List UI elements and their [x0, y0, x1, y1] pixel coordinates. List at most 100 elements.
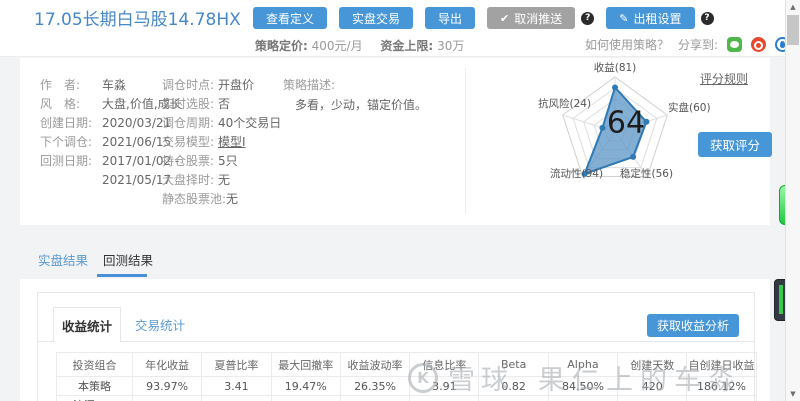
- table-cell: 19.45%: [339, 395, 411, 401]
- table-cell: 0.34: [201, 395, 272, 401]
- help-icon[interactable]: ?: [581, 11, 595, 25]
- share-label: 分享到:: [678, 38, 719, 52]
- header-button-row: 查看定义 实盘交易 导出 ✔ 取消推送 ? ✎ 出租设置 ?: [253, 7, 714, 29]
- rent-settings-button[interactable]: ✎ 出租设置: [606, 7, 695, 29]
- weibo-icon[interactable]: [751, 37, 767, 52]
- table-cell: -: [547, 395, 619, 401]
- active-tab-underline: [97, 274, 147, 277]
- row-label: 沪深300: [56, 395, 133, 401]
- rating-rules-link[interactable]: 评分规则: [700, 70, 748, 87]
- info-label: 实时选股:: [162, 97, 215, 111]
- divider: [38, 341, 754, 342]
- share-bar: 如何使用策略？ 分享到:: [585, 36, 791, 53]
- table-header-cell: 收益波动率: [339, 352, 411, 377]
- strategy-pricing: 策略定价: 400元/月 资金上限: 30万: [255, 37, 464, 54]
- cancel-push-button[interactable]: ✔ 取消推送: [487, 7, 576, 29]
- table-cell: 46.87%: [686, 395, 757, 401]
- tab-backtest-results[interactable]: 回测结果: [103, 250, 153, 269]
- table-cell: -: [617, 395, 688, 401]
- subtab-income-stats[interactable]: 收益统计: [53, 307, 121, 342]
- table-cell: 93.97%: [131, 376, 203, 396]
- description-label: 策略描述:: [283, 78, 336, 92]
- capital-value: 30万: [437, 39, 465, 53]
- info-row: 交易模型: 模型I: [162, 133, 312, 152]
- table-header-cell: Beta: [478, 352, 549, 377]
- export-button[interactable]: 导出: [425, 7, 476, 29]
- radar-axis-label: 收益(81): [593, 62, 637, 74]
- wechat-icon[interactable]: [727, 37, 743, 52]
- table-cell: 32.46%: [270, 395, 341, 401]
- info-value: 否: [218, 97, 231, 111]
- get-score-button[interactable]: 获取评分: [698, 132, 773, 157]
- how-to-use-link[interactable]: 如何使用策略？: [585, 36, 669, 53]
- result-tabs: 实盘结果 回测结果: [38, 250, 153, 269]
- table-row: 本策略 93.97% 3.41 19.47% 26.35% 3.91 0.82 84.50% 4…: [56, 376, 757, 396]
- table-header-cell: 夏普比率: [201, 352, 272, 377]
- table-header-cell: 投资组合: [56, 352, 133, 377]
- tab-live-results[interactable]: 实盘结果: [38, 250, 88, 269]
- info-label: 回测日期:: [40, 154, 93, 168]
- get-income-analysis-button[interactable]: 获取收益分析: [646, 314, 739, 337]
- info-label: 交易模型:: [162, 135, 215, 149]
- edit-icon: ✎: [619, 11, 629, 25]
- info-label: 下个调仓:: [40, 135, 93, 149]
- info-label: 大盘择时:: [162, 173, 215, 187]
- info-row: 持仓股票: 5只: [162, 152, 312, 171]
- subtab-trade-stats[interactable]: 交易统计: [135, 315, 185, 334]
- info-value: 无: [218, 173, 231, 187]
- info-value: 车淼: [102, 78, 127, 92]
- info-row: 大盘择时: 无: [162, 171, 312, 190]
- table-cell: 19.47%: [270, 376, 341, 396]
- table-header-cell: 最大回撤率: [270, 352, 341, 377]
- pricing-label: 策略定价:: [255, 39, 308, 53]
- info-value: 无: [226, 192, 239, 206]
- performance-table: 投资组合 年化收益 夏普比率 最大回撤率 收益波动率 信息比率 Beta Alpha 创建天数自…: [56, 352, 757, 401]
- table-header-cell: 自创建日收益: [686, 352, 757, 377]
- table-cell: 10.58%: [131, 395, 203, 401]
- live-trading-button[interactable]: 实盘交易: [339, 7, 414, 29]
- info-label: 静态股票池:: [162, 192, 227, 206]
- radar-axis-label: 实盘(60): [668, 102, 711, 114]
- radar-axis-label: 抗风险(24): [538, 98, 592, 110]
- help-icon[interactable]: ?: [700, 11, 714, 25]
- info-label: 持仓股票:: [162, 154, 215, 168]
- radar-axis-label: 流动性(94): [550, 168, 604, 180]
- table-header-cell: 年化收益: [131, 352, 203, 377]
- divider: [465, 68, 466, 214]
- info-value: 5只: [218, 154, 238, 168]
- info-value: 40个交易日: [218, 116, 282, 130]
- row-label: 本策略: [56, 376, 133, 396]
- table-cell: 0.82: [478, 376, 549, 396]
- table-header-cell: 创建天数: [617, 352, 688, 377]
- info-value-link[interactable]: 模型I: [218, 133, 246, 152]
- capital-label: 资金上限:: [380, 39, 434, 53]
- scrollbar-track[interactable]: ▲ ▼: [785, 0, 800, 401]
- info-value: 开盘价: [218, 78, 255, 92]
- table-row: 沪深30010.58%0.3432.46%19.45%----46.87%: [56, 395, 757, 401]
- table-cell: 3.91: [409, 376, 480, 396]
- check-icon: ✔: [500, 11, 510, 25]
- radar-axis-label: 稳定性(56): [620, 168, 674, 180]
- description-text: 多看，少动，锚定价值。: [295, 98, 428, 112]
- table-cell: -: [478, 395, 549, 401]
- pricing-value: 400元/月: [311, 39, 363, 53]
- info-row: 调仓周期: 40个交易日: [162, 114, 312, 133]
- scroll-up-arrow-icon[interactable]: ▲: [786, 1, 800, 13]
- table-cell: 26.35%: [339, 376, 411, 396]
- strategy-page: 17.05长期白马股14.78HX 查看定义 实盘交易 导出 ✔ 取消推送 ? ✎…: [0, 0, 800, 401]
- table-header-cell: Alpha: [547, 352, 619, 377]
- info-column-description: 策略描述: 多看，少动，锚定价值。: [283, 76, 458, 115]
- table-header-cell: 信息比率: [409, 352, 480, 377]
- scroll-down-arrow-icon[interactable]: ▼: [786, 388, 800, 400]
- info-label: 调仓时点:: [162, 78, 215, 92]
- info-label: 调仓周期:: [162, 116, 215, 130]
- scrollbar-thumb[interactable]: [787, 15, 799, 45]
- view-definition-button[interactable]: 查看定义: [253, 7, 328, 29]
- table-cell: 84.50%: [547, 376, 619, 396]
- overall-score: 64: [606, 105, 646, 141]
- info-label: 创建日期:: [40, 116, 93, 130]
- strategy-title: 17.05长期白马股14.78HX: [34, 10, 241, 30]
- table-cell: 420: [617, 376, 688, 396]
- table-cell: 186.12%: [686, 376, 757, 396]
- stats-box: 收益统计 交易统计 获取收益分析 投资组合 年化收益 夏普比率 最大回撤率 收益波动率信…: [37, 292, 757, 401]
